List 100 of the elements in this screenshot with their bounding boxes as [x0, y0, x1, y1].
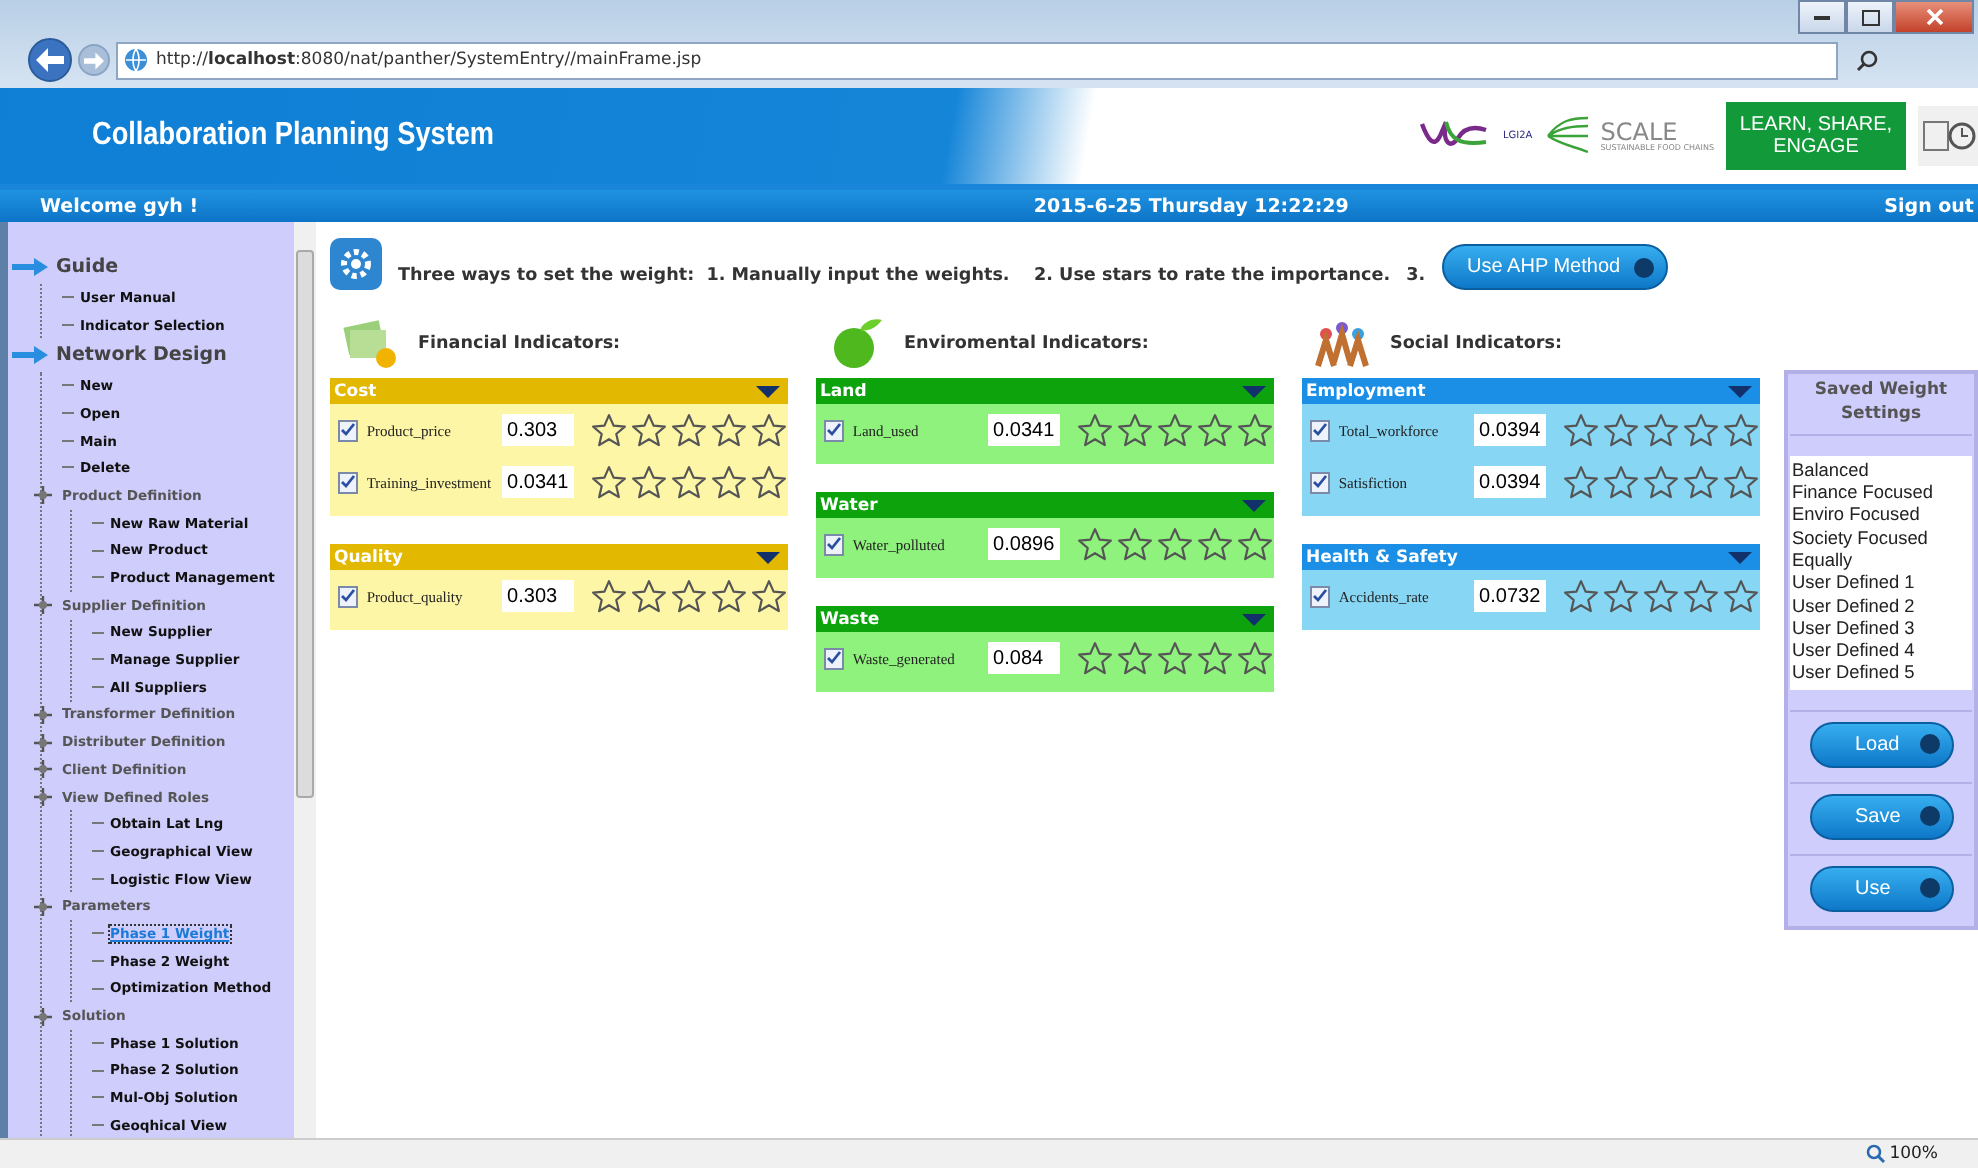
sign-out-link[interactable]: Sign out [1884, 195, 1974, 217]
star-icon[interactable] [1602, 577, 1640, 615]
forward-button[interactable] [78, 44, 110, 76]
list-option[interactable]: User Defined 3 [1792, 617, 1970, 641]
checkbox[interactable] [1310, 419, 1331, 441]
expand-icon[interactable] [34, 897, 52, 916]
star-icon[interactable] [1722, 411, 1760, 449]
checkbox[interactable] [824, 647, 845, 669]
star-icon[interactable] [1236, 411, 1274, 449]
star-icon[interactable] [1722, 577, 1760, 615]
star-icon[interactable] [1682, 463, 1720, 501]
star-icon[interactable] [1642, 577, 1680, 615]
checkbox[interactable] [824, 419, 845, 441]
search-icon[interactable] [1856, 49, 1878, 71]
star-icon[interactable] [1076, 525, 1114, 563]
star-icon[interactable] [1116, 639, 1154, 677]
minimize-button[interactable] [1798, 0, 1846, 34]
list-option[interactable]: Finance Focused [1792, 482, 1970, 505]
dropdown-icon[interactable] [1242, 611, 1266, 627]
tree-section[interactable]: Network Design [56, 344, 227, 367]
weight-field[interactable]: 0.0341 [987, 414, 1060, 446]
star-icon[interactable] [1642, 463, 1680, 501]
star-icon[interactable] [1562, 411, 1600, 449]
weight-field[interactable]: 0.303 [501, 414, 574, 446]
list-option[interactable]: Enviro Focused [1792, 504, 1970, 528]
list-option[interactable]: User Defined 1 [1792, 572, 1970, 596]
weight-field[interactable]: 0.0896 [987, 528, 1060, 560]
expand-icon[interactable] [34, 705, 52, 724]
address-bar[interactable]: http://localhost:8080/nat/panther/SystemEntry//mainFrame.jsp [116, 41, 1838, 79]
expand-icon[interactable] [34, 733, 52, 752]
maximize-button[interactable] [1846, 0, 1894, 34]
list-option[interactable]: Balanced [1792, 459, 1970, 483]
star-icon[interactable] [630, 411, 668, 449]
star-icon[interactable] [670, 577, 708, 615]
checkbox[interactable] [338, 471, 359, 493]
star-icon[interactable] [590, 577, 628, 615]
star-icon[interactable] [670, 411, 708, 449]
list-option[interactable]: User Defined 2 [1792, 595, 1970, 618]
star-icon[interactable] [590, 411, 628, 449]
dropdown-icon[interactable] [1728, 383, 1752, 399]
star-icon[interactable] [1196, 639, 1234, 677]
checkbox[interactable] [338, 419, 359, 441]
checkbox[interactable] [824, 533, 845, 555]
star-icon[interactable] [1116, 411, 1154, 449]
list-option[interactable]: User Defined 4 [1792, 640, 1970, 663]
star-icon[interactable] [1562, 463, 1600, 501]
star-icon[interactable] [1196, 411, 1234, 449]
weight-field[interactable]: 0.0394 [1473, 466, 1546, 498]
scrollbar[interactable] [294, 222, 316, 1138]
star-icon[interactable] [1602, 411, 1640, 449]
weight-field[interactable]: 0.303 [501, 580, 574, 612]
checkbox[interactable] [338, 585, 359, 607]
dropdown-icon[interactable] [1242, 383, 1266, 399]
star-icon[interactable] [750, 577, 788, 615]
back-button[interactable] [28, 38, 72, 82]
star-icon[interactable] [750, 463, 788, 501]
star-icon[interactable] [1076, 411, 1114, 449]
star-icon[interactable] [1236, 639, 1274, 677]
star-icon[interactable] [1602, 463, 1640, 501]
expand-icon[interactable] [34, 1007, 52, 1026]
zoom-level[interactable]: 100% [1889, 1144, 1938, 1164]
tree-section[interactable]: Guide [56, 256, 119, 278]
list-option[interactable]: Society Focused [1792, 527, 1970, 550]
dropdown-icon[interactable] [1242, 497, 1266, 513]
star-icon[interactable] [670, 463, 708, 501]
star-icon[interactable] [590, 463, 628, 501]
checkbox[interactable] [1310, 585, 1331, 607]
star-icon[interactable] [1156, 525, 1194, 563]
star-icon[interactable] [1156, 639, 1194, 677]
close-button[interactable] [1894, 0, 1974, 34]
expand-icon[interactable] [34, 596, 52, 615]
weight-field[interactable]: 0.0341 [501, 466, 574, 498]
star-icon[interactable] [1076, 639, 1114, 677]
star-icon[interactable] [710, 577, 748, 615]
expand-icon[interactable] [34, 760, 52, 779]
expand-icon[interactable] [34, 486, 52, 505]
list-option[interactable]: User Defined 5 [1792, 662, 1970, 686]
checkbox[interactable] [1310, 471, 1331, 493]
star-icon[interactable] [630, 577, 668, 615]
star-icon[interactable] [710, 411, 748, 449]
star-icon[interactable] [1116, 525, 1154, 563]
weight-field[interactable]: 0.084 [987, 642, 1060, 674]
star-icon[interactable] [710, 463, 748, 501]
star-icon[interactable] [1682, 411, 1720, 449]
weight-field[interactable]: 0.0394 [1473, 414, 1546, 446]
weight-field[interactable]: 0.0732 [1473, 580, 1546, 612]
expand-icon[interactable] [34, 788, 52, 807]
star-icon[interactable] [1642, 411, 1680, 449]
list-option[interactable]: Equally [1792, 549, 1970, 573]
star-icon[interactable] [1682, 577, 1720, 615]
dropdown-icon[interactable] [1728, 549, 1752, 565]
dropdown-icon[interactable] [756, 383, 780, 399]
star-icon[interactable] [750, 411, 788, 449]
star-icon[interactable] [1196, 525, 1234, 563]
settings-list[interactable]: Balanced Finance Focused Enviro Focused Society Focused Equally User Defined 1 User Defined 2 User Defined 3 User Defined 4 User Defined 5 [1790, 455, 1972, 690]
star-icon[interactable] [1236, 525, 1274, 563]
dropdown-icon[interactable] [756, 549, 780, 565]
star-icon[interactable] [1562, 577, 1600, 615]
star-icon[interactable] [630, 463, 668, 501]
star-icon[interactable] [1156, 411, 1194, 449]
